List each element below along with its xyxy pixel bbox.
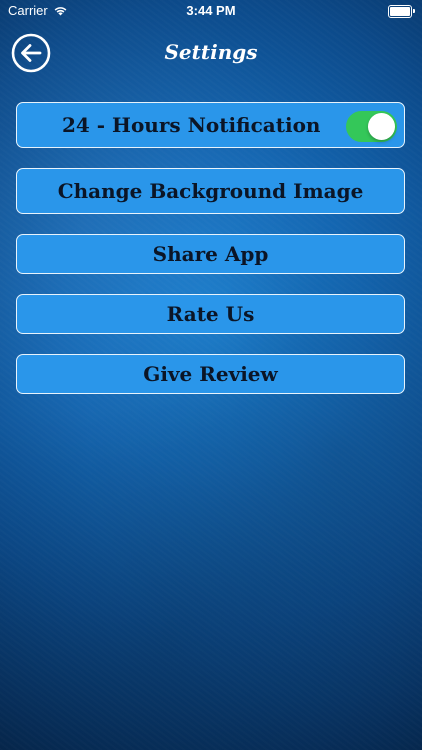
- status-time: 3:44 PM: [186, 3, 236, 18]
- page-title: Settings: [164, 40, 258, 64]
- notification-label: 24 - Hours Notification: [62, 113, 321, 137]
- rate-us-button[interactable]: Rate Us: [16, 294, 405, 334]
- share-app-button[interactable]: Share App: [16, 234, 405, 274]
- notification-toggle[interactable]: [346, 111, 397, 142]
- notification-row: 24 - Hours Notification: [16, 102, 405, 148]
- status-bar: Carrier 3:44 PM: [0, 0, 422, 22]
- change-background-button[interactable]: Change Background Image: [16, 168, 405, 214]
- toggle-knob: [368, 113, 395, 140]
- battery-fill: [390, 7, 410, 16]
- navigation-bar: Settings: [0, 30, 422, 76]
- battery-icon: [388, 5, 415, 18]
- give-review-button[interactable]: Give Review: [16, 354, 405, 394]
